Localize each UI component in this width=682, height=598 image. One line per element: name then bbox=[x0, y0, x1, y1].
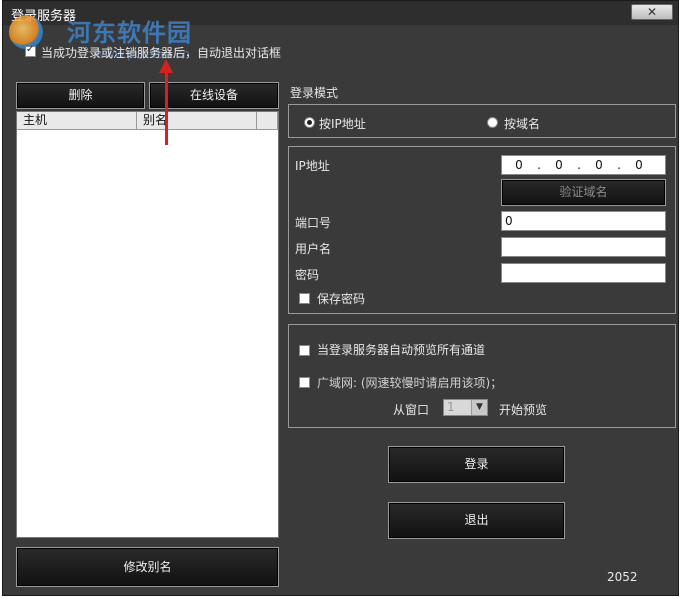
login-button[interactable]: 登录 bbox=[388, 446, 565, 483]
login-mode-label: 登录模式 bbox=[290, 86, 339, 100]
exit-button[interactable]: 退出 bbox=[388, 502, 565, 539]
username-label: 用户名 bbox=[295, 242, 332, 256]
rename-alias-button[interactable]: 修改别名 bbox=[16, 547, 279, 587]
annotation-arrow-head-icon bbox=[159, 59, 173, 73]
column-header-filler bbox=[257, 112, 278, 130]
window-number-value: 1 bbox=[447, 400, 455, 414]
auto-exit-checkbox[interactable] bbox=[25, 44, 36, 57]
close-button[interactable]: ✕ bbox=[631, 4, 673, 20]
window-number-select[interactable]: 1 ▼ bbox=[443, 399, 488, 416]
radio-by-ip[interactable] bbox=[304, 117, 315, 128]
ip-dot-1: . bbox=[537, 158, 541, 172]
start-preview-label: 开始预览 bbox=[499, 403, 548, 417]
login-server-dialog: 登录服务器 ✕ 河东软件园 www.pc0359.cn 当成功登录或注销服务器后… bbox=[2, 0, 679, 596]
auto-preview-checkbox[interactable] bbox=[299, 345, 310, 356]
server-list[interactable]: 主机 别名 bbox=[16, 111, 279, 538]
column-header-host[interactable]: 主机 bbox=[17, 112, 137, 130]
ip-address-label: IP地址 bbox=[295, 159, 330, 173]
verify-domain-button[interactable]: 验证域名 bbox=[501, 179, 666, 206]
wan-checkbox[interactable] bbox=[299, 377, 310, 388]
ip-octet-1: 0 bbox=[515, 158, 523, 172]
radio-by-ip-label: 按IP地址 bbox=[319, 117, 366, 131]
ip-dot-2: . bbox=[577, 158, 581, 172]
chevron-down-icon[interactable]: ▼ bbox=[471, 400, 487, 415]
save-password-label: 保存密码 bbox=[317, 292, 366, 306]
radio-by-domain[interactable] bbox=[487, 117, 498, 128]
watermark-text: 河东软件园 bbox=[67, 19, 192, 47]
password-input[interactable] bbox=[501, 263, 666, 283]
column-header-alias[interactable]: 别名 bbox=[137, 112, 257, 130]
port-input[interactable]: 0 bbox=[501, 211, 666, 231]
ip-octet-3: 0 bbox=[595, 158, 603, 172]
login-mode-group: 按IP地址 按域名 bbox=[288, 104, 676, 138]
password-label: 密码 bbox=[295, 268, 320, 282]
wan-label: 广域网: (网速较慢时请启用该项)； bbox=[317, 376, 503, 390]
port-label: 端口号 bbox=[295, 216, 332, 230]
ip-dot-3: . bbox=[617, 158, 621, 172]
save-password-checkbox[interactable] bbox=[299, 293, 310, 304]
ip-octet-4: 0 bbox=[635, 158, 643, 172]
annotation-arrow-shaft bbox=[165, 71, 168, 145]
version-code: 2052 bbox=[607, 570, 638, 584]
online-devices-button[interactable]: 在线设备 bbox=[149, 82, 279, 109]
auto-preview-label: 当登录服务器自动预览所有通道 bbox=[317, 343, 486, 357]
delete-button[interactable]: 删除 bbox=[16, 82, 145, 109]
ip-octet-2: 0 bbox=[555, 158, 563, 172]
from-window-label: 从窗口 bbox=[393, 403, 430, 417]
connection-fields-group: IP地址 0 . 0 . 0 . 0 验证域名 端口号 0 用户名 密码 保存密… bbox=[288, 146, 676, 314]
username-input[interactable] bbox=[501, 237, 666, 257]
radio-by-domain-label: 按域名 bbox=[504, 117, 541, 131]
ip-address-input[interactable]: 0 . 0 . 0 . 0 bbox=[501, 155, 666, 175]
